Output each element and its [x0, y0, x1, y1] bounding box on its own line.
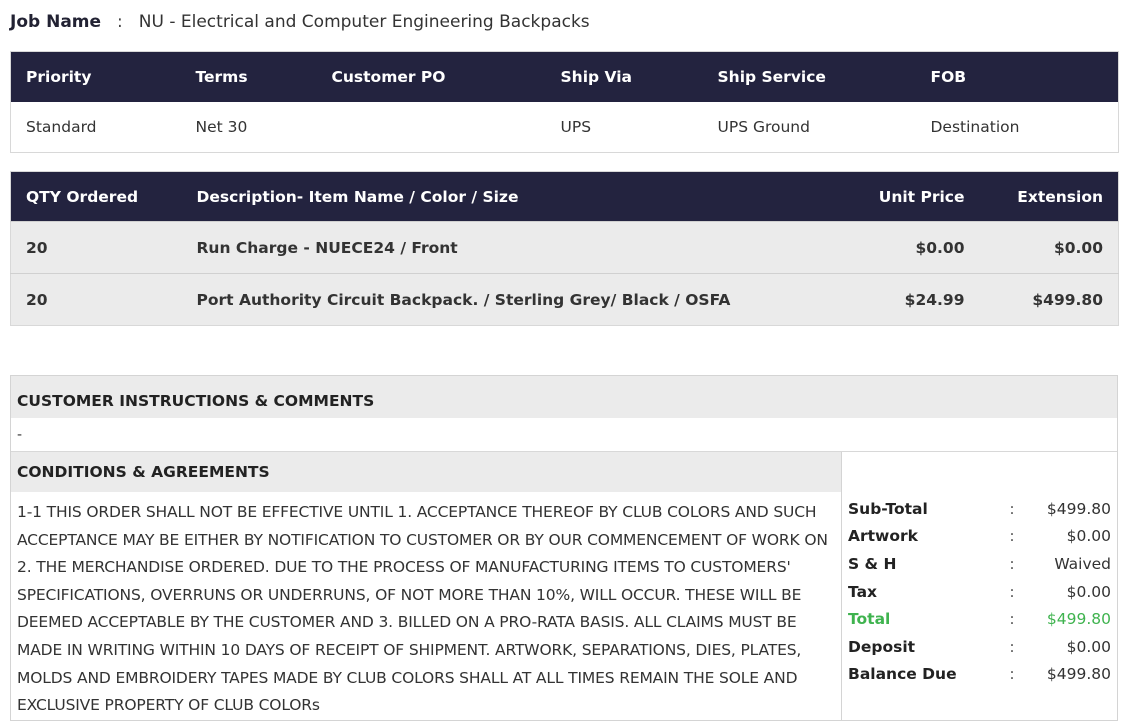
header-terms: Terms: [180, 51, 317, 102]
header-qty: QTY Ordered: [10, 171, 182, 222]
instructions-conditions-box: CUSTOMER INSTRUCTIONS & COMMENTS - CONDI…: [10, 375, 1118, 721]
item-description: Port Authority Circuit Backpack. / Sterl…: [181, 273, 842, 326]
shipping-header-row: Priority Terms Customer PO Ship Via Ship…: [10, 51, 1119, 102]
item-extension: $0.00: [979, 221, 1119, 274]
job-name-colon: :: [117, 12, 123, 32]
item-extension: $499.80: [979, 273, 1119, 326]
totals-colon: :: [1009, 554, 1015, 573]
totals-row-balance-due: Balance Due : $499.80: [842, 661, 1117, 689]
value-ship-service: UPS Ground: [702, 101, 916, 153]
conditions-text: 1-1 THIS ORDER SHALL NOT BE EFFECTIVE UN…: [17, 503, 828, 715]
item-unit-price: $24.99: [841, 273, 980, 326]
totals-label: Total: [848, 610, 891, 629]
totals-colon: :: [1009, 582, 1015, 601]
totals-colon: :: [1009, 610, 1015, 629]
header-customer-po: Customer PO: [316, 51, 546, 102]
totals-colon: :: [1009, 665, 1015, 684]
items-header-row: QTY Ordered Description- Item Name / Col…: [10, 171, 1119, 222]
totals-value: Waived: [1054, 554, 1111, 573]
instructions-text: -: [11, 418, 1117, 452]
totals-colon: :: [1009, 527, 1015, 546]
header-ship-via: Ship Via: [545, 51, 703, 102]
totals-row-artwork: Artwork : $0.00: [842, 523, 1117, 551]
table-row: 20 Port Authority Circuit Backpack. / St…: [10, 273, 1119, 326]
totals-label: Sub-Total: [848, 499, 928, 518]
item-unit-price: $0.00: [841, 221, 980, 274]
table-row: 20 Run Charge - NUECE24 / Front $0.00 $0…: [10, 221, 1119, 274]
totals-label: Balance Due: [848, 665, 957, 684]
totals-value: $0.00: [1066, 582, 1111, 601]
totals-row-total: Total : $499.80: [842, 605, 1117, 633]
header-description: Description- Item Name / Color / Size: [181, 171, 842, 222]
job-name-label: Job Name: [10, 12, 102, 32]
value-fob: Destination: [915, 101, 1119, 153]
totals-label: S & H: [848, 554, 897, 573]
totals-colon: :: [1009, 499, 1015, 518]
totals-value: $499.80: [1046, 499, 1111, 518]
value-priority: Standard: [10, 101, 181, 153]
value-ship-via: UPS: [545, 101, 703, 153]
totals-value: $499.80: [1046, 665, 1111, 684]
header-fob: FOB: [915, 51, 1119, 102]
totals-row-tax: Tax : $0.00: [842, 578, 1117, 606]
totals-colon: :: [1009, 637, 1015, 656]
conditions-section: CONDITIONS & AGREEMENTS 1-1 THIS ORDER S…: [11, 452, 841, 720]
totals-row-shipping-handling: S & H : Waived: [842, 550, 1117, 578]
totals-panel: Sub-Total : $499.80 Artwork : $0.00 S & …: [841, 452, 1117, 720]
item-description: Run Charge - NUECE24 / Front: [181, 221, 842, 274]
value-terms: Net 30: [180, 101, 317, 153]
totals-label: Artwork: [848, 527, 918, 546]
job-name-value: NU - Electrical and Computer Engineering…: [138, 12, 590, 32]
conditions-title: CONDITIONS & AGREEMENTS: [11, 452, 841, 492]
items-table: QTY Ordered Description- Item Name / Col…: [10, 171, 1119, 326]
header-priority: Priority: [10, 51, 181, 102]
instructions-title: CUSTOMER INSTRUCTIONS & COMMENTS: [11, 376, 1117, 418]
totals-row-deposit: Deposit : $0.00: [842, 633, 1117, 661]
job-name-line: Job Name : NU - Electrical and Computer …: [10, 9, 590, 35]
value-customer-po: [316, 101, 546, 153]
header-ship-service: Ship Service: [702, 51, 916, 102]
header-extension: Extension: [979, 171, 1119, 222]
totals-value: $499.80: [1046, 610, 1111, 629]
item-qty: 20: [10, 221, 182, 274]
shipping-table: Priority Terms Customer PO Ship Via Ship…: [10, 51, 1119, 153]
totals-label: Deposit: [848, 637, 916, 656]
totals-label: Tax: [848, 582, 878, 601]
item-qty: 20: [10, 273, 182, 326]
totals-value: $0.00: [1066, 527, 1111, 546]
totals-row-subtotal: Sub-Total : $499.80: [842, 495, 1117, 523]
header-unit-price: Unit Price: [841, 171, 980, 222]
shipping-values-row: Standard Net 30 UPS UPS Ground Destinati…: [10, 101, 1119, 153]
totals-value: $0.00: [1066, 637, 1111, 656]
